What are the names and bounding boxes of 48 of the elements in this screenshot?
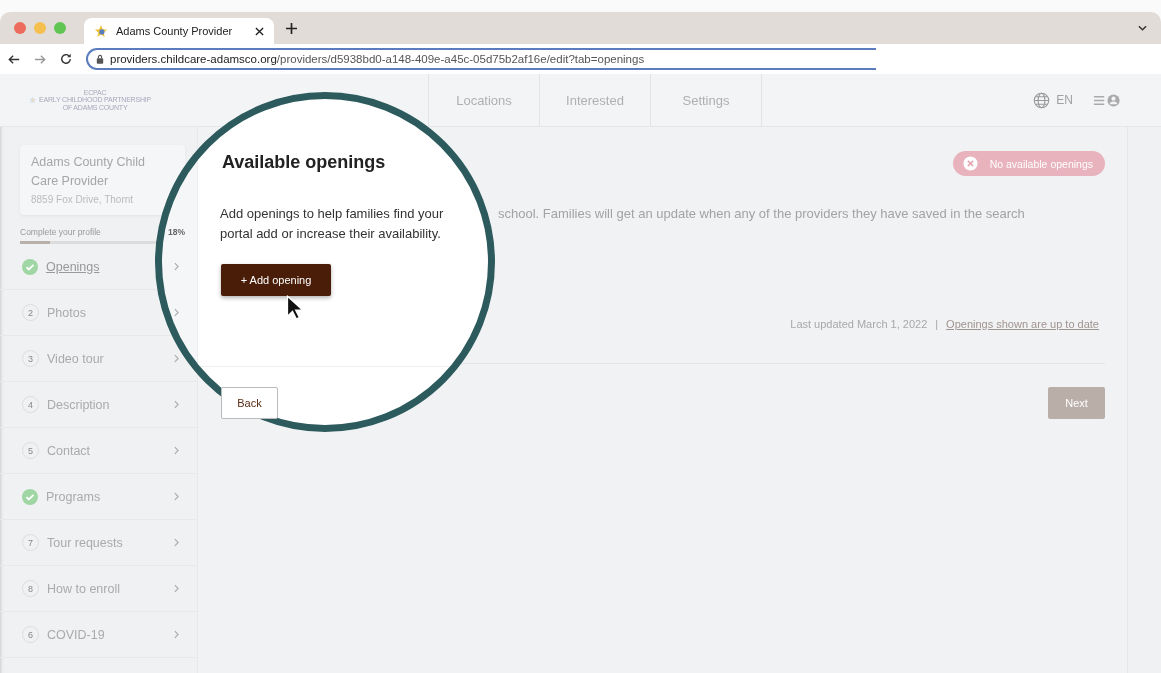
confirm-link[interactable]: Openings shown are up to date [946, 318, 1099, 330]
step-link[interactable]: How to enroll [47, 581, 120, 596]
intro-text: Add openings to help families find your [220, 206, 444, 221]
chevron-right-icon [174, 308, 179, 317]
address-bar[interactable]: providers.childcare-adamsco.org/providers/d5938bd0-a148-409e-a45c-05d75b2af16e/edit?tab=openings [86, 48, 876, 70]
chevron-right-icon [174, 400, 179, 409]
step-link[interactable]: Description [47, 397, 110, 412]
step-link[interactable]: Tour requests [47, 535, 123, 550]
status-badge: No available openings [952, 151, 1105, 176]
section-title: Available openings [222, 152, 386, 173]
separator-text: | [935, 318, 939, 330]
provider-name: Adams County Child Care Provider [31, 154, 146, 190]
progress-percent: 18% [168, 227, 185, 237]
chevron-right-icon [174, 354, 179, 363]
chevron-right-icon [174, 584, 179, 593]
lock-icon [96, 54, 104, 64]
browser-tab[interactable]: Adams County Provider [84, 18, 274, 44]
step-link[interactable]: Photos [47, 305, 86, 320]
nav-link[interactable]: Interested [539, 74, 650, 126]
back-arrow-icon[interactable] [8, 53, 20, 65]
chevron-right-icon [174, 630, 179, 639]
provider-address: 8859 Fox Drive, Thornt [31, 194, 135, 205]
language-selector[interactable]: EN [1033, 91, 1073, 109]
step-link[interactable]: Contact [47, 443, 91, 458]
chevron-down-icon[interactable] [1138, 25, 1147, 31]
chevron-right-icon [174, 538, 179, 547]
intro-text: portal add or increase their availability. [220, 226, 441, 241]
cursor-icon [286, 295, 304, 320]
step-link[interactable]: Video tour [47, 351, 104, 366]
close-tab-icon[interactable] [255, 26, 264, 36]
step-link[interactable]: COVID-19 [47, 627, 105, 642]
last-updated-text: Last updated March 1, 2022 [790, 318, 928, 330]
progress-label: Complete your profile [20, 227, 101, 237]
nav-link[interactable]: Locations [428, 74, 539, 126]
chevron-right-icon [174, 492, 179, 501]
forward-arrow-icon[interactable] [34, 53, 46, 65]
reload-icon[interactable] [60, 53, 72, 65]
chevron-right-icon [174, 262, 179, 271]
add-opening-button[interactable]: + Add opening [221, 264, 331, 296]
next-button[interactable]: Next [1048, 387, 1105, 419]
star-logo-icon [94, 24, 108, 38]
step-link[interactable]: Programs [46, 489, 101, 504]
chevron-right-icon [174, 446, 179, 455]
back-button[interactable]: Back [221, 387, 278, 419]
new-tab-icon[interactable] [286, 22, 297, 34]
step-link[interactable]: Openings [46, 259, 100, 274]
intro-text: school. Families will get an update when any of the providers they have saved in the search [498, 206, 1026, 221]
nav-link[interactable]: Settings [650, 74, 762, 126]
